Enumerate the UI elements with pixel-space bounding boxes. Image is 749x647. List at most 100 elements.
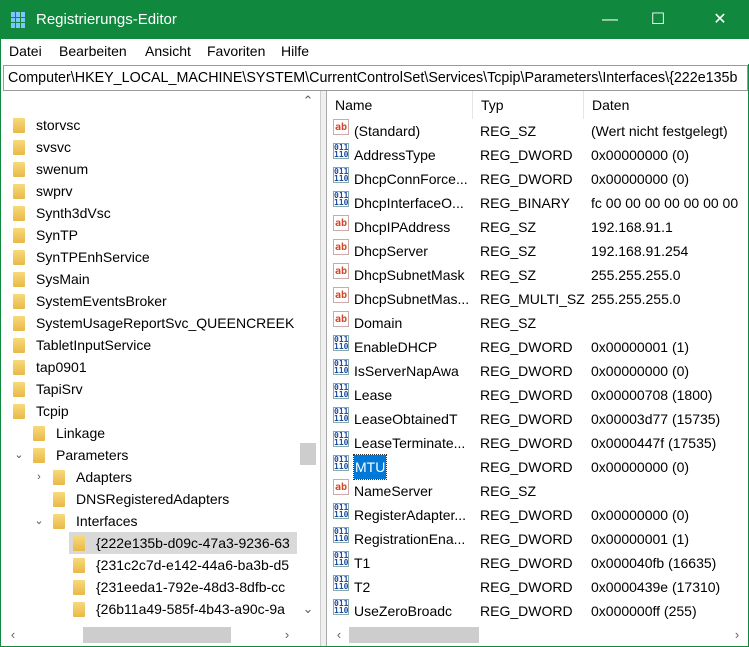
value-name: LeaseObtainedT: [354, 411, 458, 427]
tree-item-label: SysMain: [36, 271, 90, 287]
value-data: 0x00000001 (1): [591, 339, 690, 355]
chevron-down-icon[interactable]: ⌄: [33, 510, 45, 532]
value-row[interactable]: ab DhcpSubnetMask REG_SZ 255.255.255.0: [327, 263, 748, 287]
value-type: REG_DWORD: [480, 507, 573, 523]
scroll-right-icon[interactable]: ›: [277, 627, 297, 642]
value-data: 0x00000001 (1): [591, 531, 690, 547]
tree-item-label: TabletInputService: [36, 337, 152, 353]
string-value-icon: ab: [333, 287, 349, 303]
value-type: REG_SZ: [480, 123, 537, 139]
folder-icon: [13, 118, 25, 133]
column-header-typ[interactable]: Typ: [473, 91, 584, 119]
scroll-thumb[interactable]: [83, 627, 231, 643]
scroll-down-icon[interactable]: ⌄: [298, 601, 318, 617]
menu-datei[interactable]: Datei: [9, 43, 42, 59]
value-type: REG_DWORD: [480, 387, 573, 403]
tree-vertical-scrollbar[interactable]: ⌃ ⌄: [298, 91, 318, 624]
value-data: (Wert nicht festgelegt): [591, 123, 728, 139]
value-name: MTU: [352, 454, 388, 480]
menu-favoriten[interactable]: Favoriten: [207, 43, 265, 59]
string-value-icon: ab: [333, 263, 349, 279]
binary-value-icon: 011 110: [333, 335, 349, 351]
column-header-daten[interactable]: Daten: [584, 91, 748, 119]
tree-horizontal-scrollbar[interactable]: ‹ ›: [1, 624, 299, 646]
value-type: REG_SZ: [480, 219, 537, 235]
scroll-thumb[interactable]: [349, 627, 479, 643]
values-pane: Name Typ Daten ab (Standard) REG_SZ (Wert n…: [326, 91, 748, 646]
tree-item-label: tap0901: [36, 359, 87, 375]
address-bar[interactable]: Computer\HKEY_LOCAL_MACHINE\SYSTEM\Curre…: [3, 65, 748, 91]
column-header-name[interactable]: Name: [327, 91, 473, 119]
key-tree-pane: storvsc svsvc swenum swprv Synth3dVsc SynTP Sy…: [1, 91, 321, 646]
value-row[interactable]: 011 110 AddressType REG_DWORD 0x00000000 (0): [327, 143, 748, 167]
value-row[interactable]: ab NameServer REG_SZ: [327, 479, 748, 503]
scroll-up-icon[interactable]: ⌃: [298, 93, 318, 109]
value-row[interactable]: 011 110 RegisterAdapter... REG_DWORD 0x00000…: [327, 503, 748, 527]
menu-hilfe[interactable]: Hilfe: [281, 43, 309, 59]
value-row[interactable]: 011 110 RegistrationEna... REG_DWORD 0x00000…: [327, 527, 748, 551]
value-row[interactable]: 011 110 LeaseTerminate... REG_DWORD 0x000044…: [327, 431, 748, 455]
value-name: DhcpServer: [354, 243, 428, 259]
tree-item-label: Adapters: [76, 469, 133, 485]
value-row[interactable]: 011 110 Lease REG_DWORD 0x00000708 (1800): [327, 383, 748, 407]
folder-icon: [33, 448, 45, 463]
tree-item-label: storvsc: [36, 117, 81, 133]
value-row[interactable]: 011 110 T2 REG_DWORD 0x0000439e (17310): [327, 575, 748, 599]
scroll-right-icon[interactable]: ›: [727, 627, 747, 642]
value-row[interactable]: 011 110 EnableDHCP REG_DWORD 0x00000001 (1): [327, 335, 748, 359]
folder-icon: [53, 470, 65, 485]
value-name: UseZeroBroadc: [354, 603, 453, 619]
value-row[interactable]: 011 110 UseZeroBroadc REG_DWORD 0x000000ff (…: [327, 599, 748, 623]
value-row[interactable]: 011 110 DhcpConnForce... REG_DWORD 0x0000000…: [327, 167, 748, 191]
value-name: RegistrationEna...: [354, 531, 466, 547]
tree-item[interactable]: {222e135b-d09c-47a3-9236-63: [69, 532, 297, 554]
folder-icon: [73, 602, 85, 617]
value-row[interactable]: ab Domain REG_SZ: [327, 311, 748, 335]
value-type: REG_DWORD: [480, 555, 573, 571]
minimize-button[interactable]: —: [587, 1, 633, 39]
value-type: REG_DWORD: [480, 435, 573, 451]
value-type: REG_BINARY: [480, 195, 570, 211]
value-row[interactable]: ab DhcpSubnetMas... REG_MULTI_SZ 255.255.25…: [327, 287, 748, 311]
menu-bearbeiten[interactable]: Bearbeiten: [59, 43, 127, 59]
folder-icon: [73, 580, 85, 595]
value-type: REG_DWORD: [480, 147, 573, 163]
close-button[interactable]: ✕: [697, 1, 743, 39]
binary-value-icon: 011 110: [333, 167, 349, 183]
maximize-button[interactable]: ☐: [635, 1, 681, 39]
window-title: Registrierungs-Editor: [36, 11, 177, 28]
value-row[interactable]: 011 110 T1 REG_DWORD 0x000040fb (16635): [327, 551, 748, 575]
menu-ansicht[interactable]: Ansicht: [145, 43, 191, 59]
value-data: 0x00000000 (0): [591, 363, 690, 379]
tree-item-label: Tcpip: [36, 403, 69, 419]
value-row[interactable]: ab DhcpServer REG_SZ 192.168.91.254: [327, 239, 748, 263]
value-data: 0x00000000 (0): [591, 459, 690, 475]
scroll-left-icon[interactable]: ‹: [3, 627, 23, 642]
value-data: 0x0000439e (17310): [591, 579, 721, 595]
binary-value-icon: 011 110: [333, 431, 349, 447]
value-type: REG_DWORD: [480, 411, 573, 427]
value-row[interactable]: ab DhcpIPAddress REG_SZ 192.168.91.1: [327, 215, 748, 239]
tree-item-label: {26b11a49-585f-4b43-a90c-9a: [96, 601, 285, 617]
value-row[interactable]: 011 110 LeaseObtainedT REG_DWORD 0x00003d77 …: [327, 407, 748, 431]
value-type: REG_SZ: [480, 267, 537, 283]
chevron-down-icon[interactable]: ⌄: [13, 444, 25, 466]
folder-icon: [13, 162, 25, 177]
value-name: DhcpIPAddress: [354, 219, 451, 235]
values-horizontal-scrollbar[interactable]: ‹ ›: [327, 624, 748, 646]
value-row[interactable]: 011 110 MTU REG_DWORD 0x00000000 (0): [327, 454, 748, 480]
value-row[interactable]: ab (Standard) REG_SZ (Wert nicht festgelegt…: [327, 119, 748, 143]
folder-icon: [13, 140, 25, 155]
folder-icon: [13, 316, 25, 331]
chevron-right-icon[interactable]: ›: [33, 466, 45, 488]
scroll-thumb[interactable]: [300, 443, 316, 465]
value-name: Domain: [354, 315, 403, 331]
value-name: AddressType: [354, 147, 436, 163]
scroll-left-icon[interactable]: ‹: [329, 627, 349, 642]
value-row[interactable]: 011 110 IsServerNapAwa REG_DWORD 0x00000000 …: [327, 359, 748, 383]
value-data: 0x000000ff (255): [591, 603, 697, 619]
value-name: DhcpSubnetMas...: [354, 291, 470, 307]
value-data: 255.255.255.0: [591, 291, 681, 307]
value-row[interactable]: 011 110 DhcpInterfaceO... REG_BINARY fc 00 0…: [327, 191, 748, 215]
folder-icon: [13, 360, 25, 375]
